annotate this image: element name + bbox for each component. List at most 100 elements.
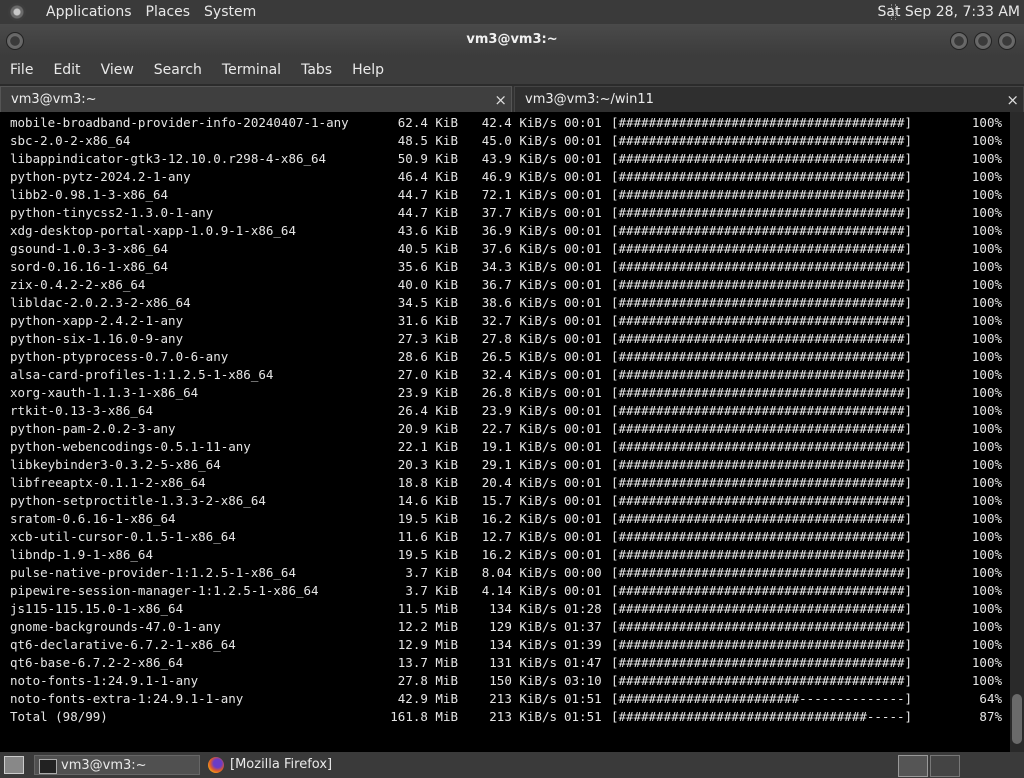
terminal-name: python-pam-2.0.2-3-any xyxy=(10,421,176,436)
terminal-time: 00:01 xyxy=(564,385,602,400)
terminal-time: 00:01 xyxy=(564,511,602,526)
terminal-bar: [######################################] xyxy=(611,331,913,346)
terminal-time: 01:51 xyxy=(564,691,602,706)
terminal-time: 00:01 xyxy=(564,583,602,598)
terminal-line: js115-115.15.0-1-x86_64 11.5 MiB 134 KiB/s… xyxy=(10,600,1010,618)
terminal-time: 00:01 xyxy=(564,259,602,274)
tab-home-label: vm3@vm3:~ xyxy=(11,92,97,107)
terminal-pct: 100% xyxy=(971,313,1002,328)
terminal-name: rtkit-0.13-3-x86_64 xyxy=(10,403,153,418)
terminal-pct: 64% xyxy=(979,691,1002,706)
terminal-pct: 100% xyxy=(971,637,1002,652)
menu-file[interactable]: File xyxy=(0,62,43,78)
menu-edit[interactable]: Edit xyxy=(43,62,90,78)
terminal-size: 50.9 KiB xyxy=(397,151,458,166)
workspace-2-icon[interactable] xyxy=(930,755,960,777)
terminal-line: sbc-2.0-2-x86_64 48.5 KiB 45.0 KiB/s 00:01 [… xyxy=(10,132,1010,150)
terminal-line: zix-0.4.2-2-x86_64 40.0 KiB 36.7 KiB/s 00:0… xyxy=(10,276,1010,294)
terminal-rate: 15.7 KiB/s xyxy=(481,493,557,508)
terminal-size: 11.6 KiB xyxy=(397,529,458,544)
minimize-button[interactable] xyxy=(950,32,968,50)
terminal-bar: [######################################] xyxy=(611,583,913,598)
terminal-pct: 100% xyxy=(971,403,1002,418)
close-window-button[interactable] xyxy=(998,32,1016,50)
terminal-rate: 37.6 KiB/s xyxy=(481,241,557,256)
terminal-pct: 100% xyxy=(971,655,1002,670)
workspace-1-icon[interactable] xyxy=(898,755,928,777)
terminal-time: 00:01 xyxy=(564,169,602,184)
terminal-name: noto-fonts-extra-1:24.9.1-1-any xyxy=(10,691,244,706)
terminal-bar: [######################################] xyxy=(611,565,913,580)
terminal-size: 46.4 KiB xyxy=(397,169,458,184)
terminal-bar: [######################################] xyxy=(611,205,913,220)
terminal-rate: 12.7 KiB/s xyxy=(481,529,557,544)
maximize-button[interactable] xyxy=(974,32,992,50)
menu-places[interactable]: Places xyxy=(146,4,191,20)
terminal-rate: 23.9 KiB/s xyxy=(481,403,557,418)
tab-win11-label: vm3@vm3:~/win11 xyxy=(525,92,654,107)
terminal-time: 00:01 xyxy=(564,277,602,292)
terminal-rate: 32.4 KiB/s xyxy=(481,367,557,382)
terminal-line: python-xapp-2.4.2-1-any 31.6 KiB 32.7 KiB/… xyxy=(10,312,1010,330)
terminal-size: 20.3 KiB xyxy=(397,457,458,472)
tab-close-icon[interactable]: × xyxy=(1006,87,1019,113)
terminal-bar: [######################################] xyxy=(611,493,913,508)
show-desktop-icon[interactable] xyxy=(4,756,24,774)
terminal-name: libldac-2.0.2.3-2-x86_64 xyxy=(10,295,191,310)
terminal-name: libndp-1.9-1-x86_64 xyxy=(10,547,153,562)
terminal-pct: 100% xyxy=(971,169,1002,184)
terminal-name: noto-fonts-1:24.9.1-1-any xyxy=(10,673,199,688)
scrollbar-thumb[interactable] xyxy=(1012,694,1022,744)
terminal-size: 27.0 KiB xyxy=(397,367,458,382)
terminal-time: 00:01 xyxy=(564,205,602,220)
menu-applications[interactable]: Applications xyxy=(46,4,132,20)
firefox-icon xyxy=(208,757,224,773)
terminal-time: 00:01 xyxy=(564,475,602,490)
terminal-rate: 29.1 KiB/s xyxy=(481,457,557,472)
terminal-scrollbar[interactable] xyxy=(1010,112,1024,752)
menu-view[interactable]: View xyxy=(91,62,144,78)
terminal-rate: 45.0 KiB/s xyxy=(481,133,557,148)
terminal-time: 00:01 xyxy=(564,115,602,130)
menu-help[interactable]: Help xyxy=(342,62,394,78)
terminal-pct: 100% xyxy=(971,223,1002,238)
terminal-bar: [######################################] xyxy=(611,421,913,436)
window-menu-button[interactable] xyxy=(6,32,24,50)
terminal-size: 20.9 KiB xyxy=(397,421,458,436)
terminal-name: qt6-base-6.7.2-2-x86_64 xyxy=(10,655,184,670)
terminal-pct: 100% xyxy=(971,259,1002,274)
terminal-time: 01:47 xyxy=(564,655,602,670)
menu-system[interactable]: System xyxy=(204,4,256,20)
terminal-rate: 16.2 KiB/s xyxy=(481,547,557,562)
terminal-name: zix-0.4.2-2-x86_64 xyxy=(10,277,146,292)
menu-search[interactable]: Search xyxy=(144,62,212,78)
terminal-name: python-webencodings-0.5.1-11-any xyxy=(10,439,251,454)
terminal-bar: [######################################] xyxy=(611,259,913,274)
tab-win11[interactable]: vm3@vm3:~/win11 × xyxy=(514,86,1024,112)
tab-home[interactable]: vm3@vm3:~ × xyxy=(0,86,512,112)
terminal-size: 28.6 KiB xyxy=(397,349,458,364)
terminal-time: 00:01 xyxy=(564,295,602,310)
taskbar-item-firefox[interactable]: [Mozilla Firefox] xyxy=(204,755,364,775)
menu-terminal[interactable]: Terminal xyxy=(212,62,291,78)
terminal-output[interactable]: mobile-broadband-provider-info-20240407-… xyxy=(0,112,1010,752)
terminal-time: 01:37 xyxy=(564,619,602,634)
terminal-bar: [######################################] xyxy=(611,295,913,310)
terminal-pct: 100% xyxy=(971,673,1002,688)
terminal-pct: 87% xyxy=(979,709,1002,724)
distro-logo-icon[interactable] xyxy=(8,3,26,21)
terminal-pct: 100% xyxy=(971,349,1002,364)
taskbar-item-terminal[interactable]: vm3@vm3:~ xyxy=(34,755,200,775)
terminal-name: python-setproctitle-1.3.3-2-x86_64 xyxy=(10,493,266,508)
menu-tabs[interactable]: Tabs xyxy=(291,62,342,78)
clock[interactable]: Sat Sep 28, 7:33 AM xyxy=(877,0,1020,24)
terminal-line: python-six-1.16.0-9-any 27.3 KiB 27.8 KiB/… xyxy=(10,330,1010,348)
terminal-rate: 46.9 KiB/s xyxy=(481,169,557,184)
window-titlebar[interactable]: vm3@vm3:~ xyxy=(0,24,1024,56)
terminal-bar: [######################################] xyxy=(611,655,913,670)
terminal-name: xorg-xauth-1.1.3-1-x86_64 xyxy=(10,385,199,400)
tab-close-icon[interactable]: × xyxy=(494,87,507,113)
terminal-rate: 213 KiB/s xyxy=(489,709,557,724)
terminal-time: 00:00 xyxy=(564,565,602,580)
terminal-name: xcb-util-cursor-0.1.5-1-x86_64 xyxy=(10,529,236,544)
